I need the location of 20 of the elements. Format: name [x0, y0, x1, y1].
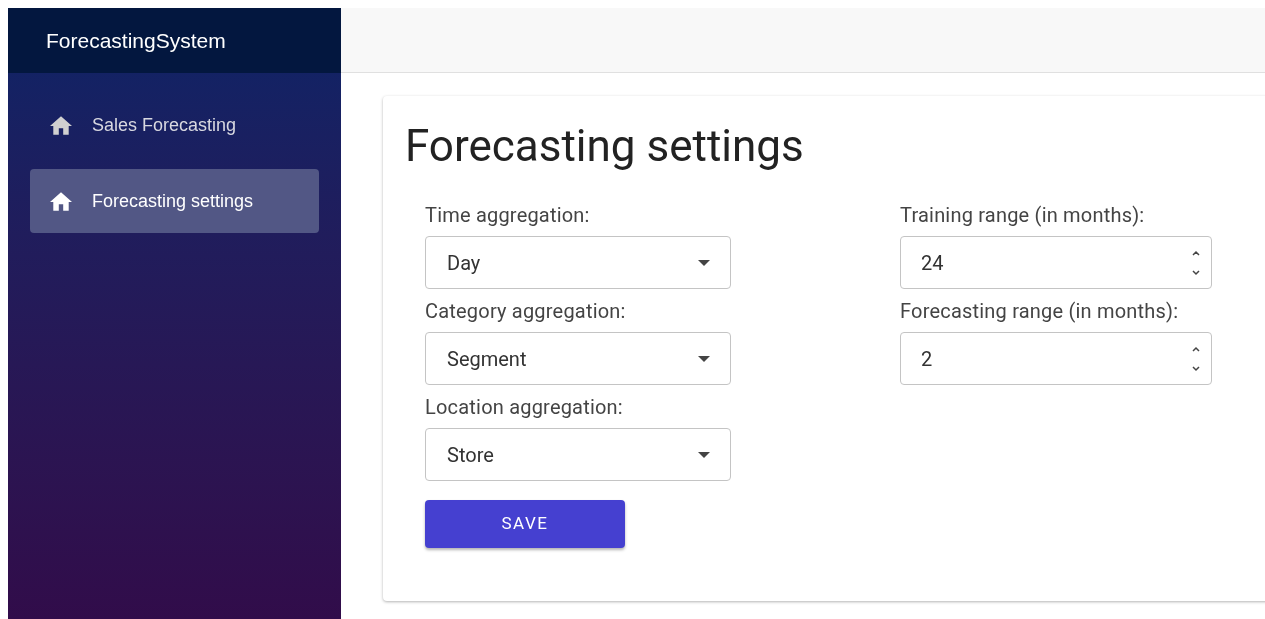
field-label: Category aggregation: — [425, 298, 627, 324]
home-icon — [50, 191, 72, 211]
field-label: Training range (in months): — [900, 202, 1146, 228]
caret-icon — [698, 451, 710, 458]
home-icon — [50, 115, 72, 135]
dropdown-field[interactable]: Day — [425, 236, 731, 289]
dropdown-field[interactable]: Store — [425, 428, 731, 481]
nav-item[interactable]: Forecasting settings — [30, 169, 319, 233]
field-label: Location aggregation: — [425, 394, 624, 420]
field-label: Time aggregation: — [425, 202, 591, 228]
caret-icon — [698, 355, 710, 362]
number-field[interactable]: 2 — [900, 332, 1212, 385]
dropdown-field[interactable]: Segment — [425, 332, 731, 385]
app-title: ForecastingSystem — [46, 27, 226, 54]
page-title: Forecasting settings — [405, 120, 805, 172]
nav-item[interactable]: Sales Forecasting — [30, 93, 319, 157]
number-field[interactable]: 24 — [900, 236, 1212, 289]
field-label: Forecasting range (in months): — [900, 298, 1180, 324]
caret-icon — [698, 259, 710, 266]
save-button[interactable]: SAVE — [425, 500, 625, 548]
